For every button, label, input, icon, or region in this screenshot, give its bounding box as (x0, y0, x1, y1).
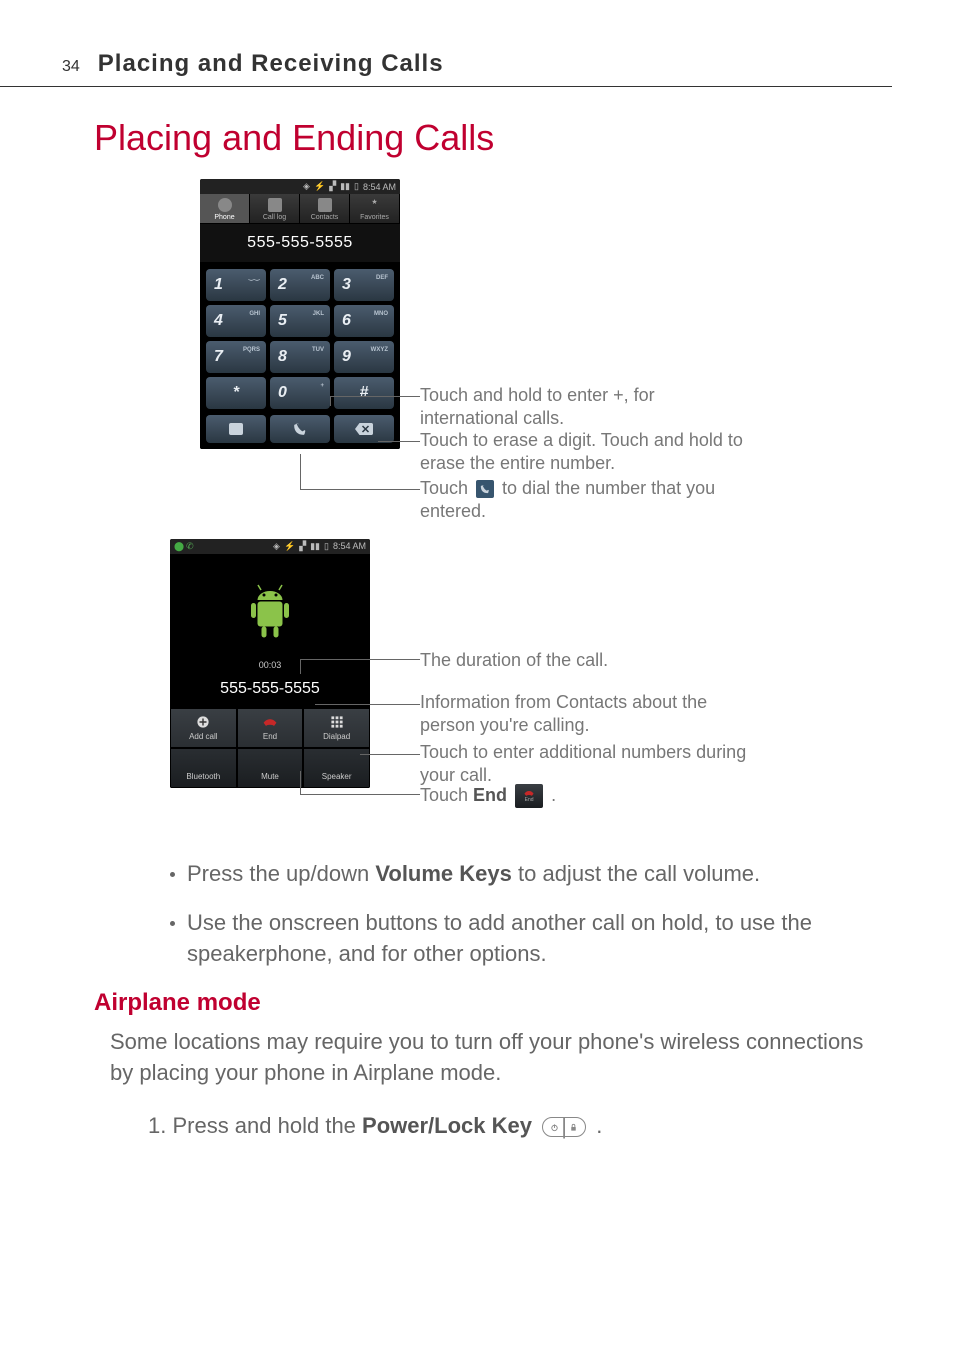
contacts-icon (318, 198, 332, 212)
key-6[interactable]: 6MNO (334, 305, 394, 337)
signal-3g-icon: ▞ (329, 181, 336, 192)
calling-number: 555-555-5555 (170, 674, 370, 708)
main-heading: Placing and Ending Calls (94, 117, 954, 159)
key-1[interactable]: 1⏝⏝ (206, 269, 266, 301)
tab-phone[interactable]: Phone (200, 194, 250, 223)
key-3[interactable]: 3DEF (334, 269, 394, 301)
airplane-heading: Airplane mode (94, 989, 954, 1017)
callout-dial: Touch to dial the number that you entere… (420, 477, 780, 524)
bullet-dot (170, 872, 175, 877)
dialpad: 1⏝⏝ 2ABC 3DEF 4GHI 5JKL 6MNO 7PQRS 8TUV … (200, 263, 400, 415)
status-time: 8:54 AM (363, 182, 396, 192)
key-5[interactable]: 5JKL (270, 305, 330, 337)
battery-icon: ▯ (354, 181, 359, 192)
signal-icon: ▮▮ (310, 541, 320, 552)
call-button[interactable] (270, 415, 330, 443)
page-header: 34 Placing and Receiving Calls (0, 0, 892, 87)
key-9[interactable]: 9WXYZ (334, 341, 394, 373)
inline-call-icon (476, 480, 494, 498)
callout-end: Touch End End . (420, 784, 750, 808)
tab-contacts-label: Contacts (311, 214, 339, 221)
incall-figure: ⬤ ✆ ◈ ⚡ ▞ ▮▮ ▯ 8:54 AM (170, 539, 954, 829)
bullet-volume: Press the up/down Volume Keys to adjust … (170, 859, 860, 890)
call-icon (293, 422, 307, 436)
android-icon (245, 584, 295, 644)
add-call-button[interactable]: Add call (170, 708, 237, 748)
star-icon: ★ (368, 198, 382, 212)
key-4[interactable]: 4GHI (206, 305, 266, 337)
incall-status-bar: ⬤ ✆ ◈ ⚡ ▞ ▮▮ ▯ 8:54 AM (170, 539, 370, 554)
voicemail-icon: ⏝⏝ (248, 275, 260, 282)
end-call-icon (262, 715, 278, 729)
dialer-bottom-row (200, 415, 400, 449)
power-lock-key-icon: | (542, 1117, 586, 1137)
plus-icon (195, 715, 211, 729)
bullet-dot (170, 921, 175, 926)
key-hash[interactable]: # (334, 377, 394, 409)
dialer-screen: ◈ ⚡ ▞ ▮▮ ▯ 8:54 AM Phone Call log Contac… (200, 179, 400, 449)
tab-favorites-label: Favorites (360, 214, 389, 221)
phone-status-icon: ✆ (186, 541, 194, 552)
tab-phone-label: Phone (214, 214, 234, 221)
key-7[interactable]: 7PQRS (206, 341, 266, 373)
vibrate-icon: ⚡ (314, 181, 325, 192)
airplane-para: Some locations may require you to turn o… (110, 1027, 864, 1089)
contact-image: 00:03 (170, 554, 370, 674)
section-title: Placing and Receiving Calls (98, 50, 444, 78)
page-number: 34 (62, 58, 80, 76)
callout-zero: Touch and hold to enter +, for internati… (420, 384, 750, 431)
tab-calllog-label: Call log (263, 214, 286, 221)
key-0[interactable]: 0+ (270, 377, 330, 409)
key-2[interactable]: 2ABC (270, 269, 330, 301)
dialer-figure: ◈ ⚡ ▞ ▮▮ ▯ 8:54 AM Phone Call log Contac… (200, 179, 954, 529)
call-duration: 00:03 (259, 660, 282, 670)
status-bar: ◈ ⚡ ▞ ▮▮ ▯ 8:54 AM (200, 179, 400, 194)
lock-icon (569, 1123, 578, 1132)
mute-button[interactable]: Mute (237, 748, 304, 788)
end-call-button[interactable]: End (237, 708, 304, 748)
entered-number: 555-555-5555 (200, 224, 400, 263)
tab-calllog[interactable]: Call log (250, 194, 300, 223)
incall-buttons: Add call End Dialpad Bluetooth Mute Spea… (170, 708, 370, 788)
battery-icon: ▯ (324, 541, 329, 552)
signal-icon: ▮▮ (340, 181, 350, 192)
callout-dialpad: Touch to enter additional numbers during… (420, 741, 750, 788)
sms-button[interactable] (206, 415, 266, 443)
list-icon (268, 198, 282, 212)
incall-status-time: 8:54 AM (333, 541, 366, 552)
bluetooth-button[interactable]: Bluetooth (170, 748, 237, 788)
vibrate-icon: ⚡ (284, 541, 295, 552)
airplane-step-1: 1. Press and hold the Power/Lock Key | . (148, 1113, 864, 1139)
gps-icon: ◈ (273, 541, 280, 552)
dialpad-button[interactable]: Dialpad (303, 708, 370, 748)
tab-favorites[interactable]: ★ Favorites (350, 194, 400, 223)
sms-icon (229, 423, 243, 435)
power-icon (550, 1123, 559, 1132)
delete-button[interactable] (334, 415, 394, 443)
bullet-onscreen: Use the onscreen buttons to add another … (170, 908, 860, 970)
tab-contacts[interactable]: Contacts (300, 194, 350, 223)
backspace-icon (355, 423, 373, 435)
callout-contact-info: Information from Contacts about the pers… (420, 691, 760, 738)
ongoing-call-icon: ⬤ (174, 541, 184, 552)
incall-screen: ⬤ ✆ ◈ ⚡ ▞ ▮▮ ▯ 8:54 AM (170, 539, 370, 788)
dialer-tabs: Phone Call log Contacts ★ Favorites (200, 194, 400, 224)
phone-icon (218, 198, 232, 212)
gps-icon: ◈ (303, 181, 310, 192)
signal-3g-icon: ▞ (299, 541, 306, 552)
callout-duration: The duration of the call. (420, 649, 750, 672)
callout-erase: Touch to erase a digit. Touch and hold t… (420, 429, 780, 476)
dialpad-icon (329, 715, 345, 729)
key-8[interactable]: 8TUV (270, 341, 330, 373)
inline-end-icon: End (515, 784, 543, 808)
key-star[interactable]: * (206, 377, 266, 409)
bullet-list: Press the up/down Volume Keys to adjust … (170, 859, 860, 969)
